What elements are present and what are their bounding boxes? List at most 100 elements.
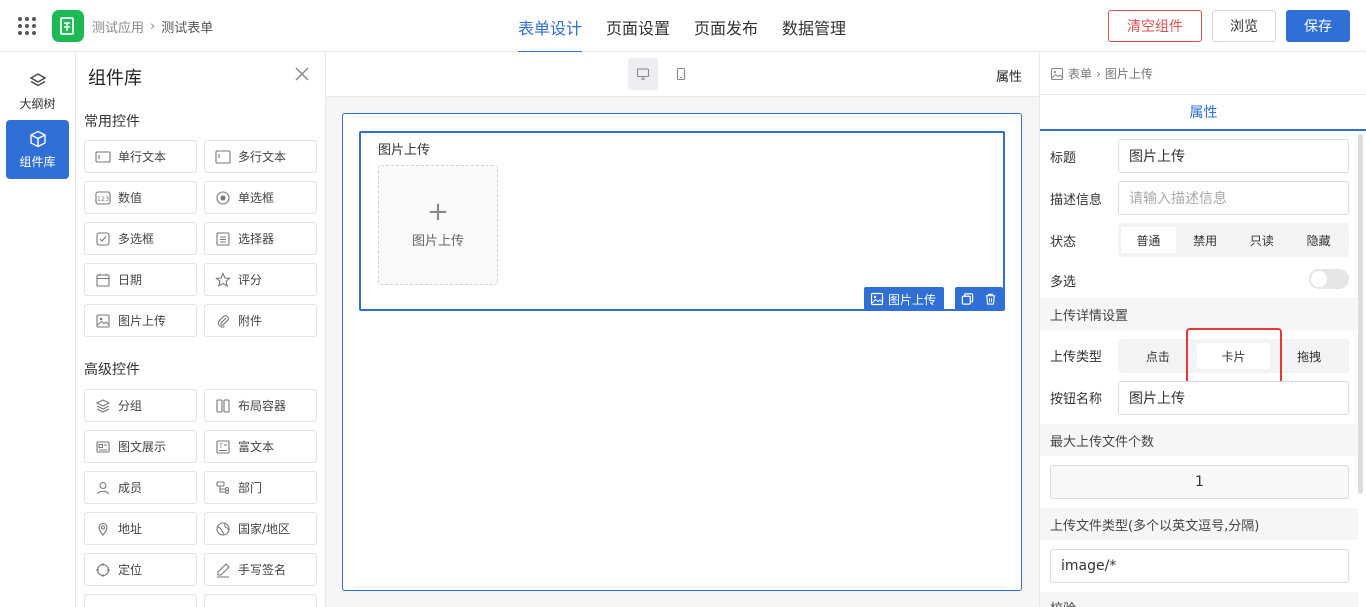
close-icon[interactable] — [294, 66, 310, 82]
number-icon: 123 — [95, 190, 111, 205]
image-upload-card[interactable]: + 图片上传 — [378, 165, 498, 285]
globe-icon — [216, 521, 230, 536]
component-label: 评分 — [238, 273, 263, 287]
component-label: 附件 — [238, 314, 263, 328]
status-option-disabled[interactable]: 禁用 — [1178, 227, 1233, 253]
field-actions — [955, 287, 1003, 311]
component-attachment[interactable]: 附件 — [204, 304, 317, 337]
save-button[interactable]: 保存 — [1286, 10, 1350, 42]
component-date[interactable]: 日期 — [84, 263, 197, 296]
single-line-text-icon — [95, 150, 111, 163]
breadcrumb-form: 测试表单 — [161, 21, 214, 36]
component-positioning[interactable]: 定位 — [84, 553, 197, 586]
tab-properties[interactable]: 属性 — [1040, 95, 1366, 131]
crumb-field: 图片上传 — [1104, 67, 1153, 81]
component-department[interactable]: 部门 — [204, 471, 317, 504]
component-label: 国家/地区 — [238, 522, 291, 536]
component-partial[interactable] — [204, 594, 317, 607]
component-group[interactable]: 分组 — [84, 389, 197, 422]
desktop-view-button[interactable] — [628, 58, 658, 90]
component-image-text[interactable]: 图文展示 — [84, 430, 197, 463]
breadcrumb: 测试应用 › 测试表单 — [92, 17, 213, 36]
cube-icon — [29, 130, 46, 147]
clear-components-button[interactable]: 清空组件 — [1108, 10, 1202, 42]
component-handwritten-signature[interactable]: 手写签名 — [204, 553, 317, 586]
chevron-right-icon: › — [150, 19, 156, 34]
component-single-line-text[interactable]: 单行文本 — [84, 140, 197, 173]
library-title: 组件库 — [88, 68, 142, 89]
component-image-upload[interactable]: 图片上传 — [84, 304, 197, 337]
image-icon — [870, 292, 884, 306]
file-type-input[interactable]: image/* — [1050, 549, 1349, 583]
status-option-hidden[interactable]: 隐藏 — [1291, 227, 1346, 253]
select-icon — [216, 231, 230, 246]
properties-link[interactable]: 属性 — [996, 66, 1022, 85]
validation-section: 校验 — [1040, 592, 1358, 607]
copy-icon[interactable] — [961, 292, 974, 306]
checkbox-icon — [96, 231, 110, 246]
component-multi-line-text[interactable]: 多行文本 — [204, 140, 317, 173]
plus-icon: + — [427, 196, 449, 227]
component-layout-container[interactable]: 布局容器 — [204, 389, 317, 422]
field-label: 图片上传 — [378, 143, 431, 158]
svg-text:123: 123 — [97, 195, 109, 203]
component-checkbox[interactable]: 多选框 — [84, 222, 197, 255]
field-type-tag: 图片上传 — [864, 287, 944, 311]
status-option-readonly[interactable]: 只读 — [1235, 227, 1290, 253]
component-number[interactable]: 123 数值 — [84, 181, 197, 214]
component-label: 图片上传 — [118, 314, 167, 328]
nav-label: 组件库 — [19, 154, 56, 169]
crumb-form[interactable]: 表单 — [1068, 65, 1092, 82]
layers-icon — [29, 72, 46, 86]
component-rating[interactable]: 评分 — [204, 263, 317, 296]
max-files-section: 最大上传文件个数 — [1040, 424, 1358, 456]
component-label: 选择器 — [238, 232, 275, 246]
button-name-label: 按钮名称 — [1050, 392, 1103, 407]
component-select[interactable]: 选择器 — [204, 222, 317, 255]
upload-type-drag[interactable]: 拖拽 — [1272, 343, 1346, 369]
multi-select-label: 多选 — [1050, 275, 1077, 290]
highlight-box — [1186, 328, 1282, 385]
component-rich-text[interactable]: T 富文本 — [204, 430, 317, 463]
description-input[interactable]: 请输入描述信息 — [1118, 181, 1349, 215]
component-radio[interactable]: 单选框 — [204, 181, 317, 214]
max-files-input[interactable]: 1 — [1050, 465, 1349, 499]
properties-panel: 表单 › 图片上传 属性 标题 图片上传 描述信息 请输入描述信息 状态 普通 … — [1039, 52, 1366, 607]
breadcrumb-app[interactable]: 测试应用 — [92, 17, 144, 36]
component-country-region[interactable]: 国家/地区 — [204, 512, 317, 545]
component-label: 手写签名 — [238, 563, 287, 577]
tab-form-design[interactable]: 表单设计 — [518, 15, 582, 39]
multi-select-toggle[interactable] — [1309, 269, 1349, 289]
component-member[interactable]: 成员 — [84, 471, 197, 504]
status-option-normal[interactable]: 普通 — [1121, 227, 1176, 253]
component-label: 数值 — [118, 191, 143, 205]
upload-type-label: 上传类型 — [1050, 350, 1103, 365]
design-canvas: 属性 图片上传 + 图片上传 图片上传 — [326, 52, 1039, 607]
status-label: 状态 — [1050, 235, 1077, 250]
monitor-icon — [636, 68, 650, 80]
paperclip-icon — [217, 314, 229, 328]
tab-page-publish[interactable]: 页面发布 — [694, 15, 758, 39]
phone-icon — [676, 67, 686, 81]
component-label: 定位 — [118, 563, 143, 577]
component-partial[interactable] — [84, 594, 197, 607]
mobile-view-button[interactable] — [666, 58, 696, 90]
apps-grid-icon[interactable] — [18, 17, 36, 35]
tab-page-settings[interactable]: 页面设置 — [606, 15, 670, 39]
scrollbar[interactable] — [1358, 134, 1363, 494]
rich-text-icon: T — [216, 439, 230, 454]
nav-outline-tree[interactable]: 大纲树 — [6, 62, 69, 121]
title-input[interactable]: 图片上传 — [1118, 139, 1349, 173]
tab-data-management[interactable]: 数据管理 — [782, 15, 846, 39]
canvas-toolbar: 属性 — [326, 52, 1039, 97]
component-library-panel: 组件库 常用控件 单行文本 多行文本 123 数值 单选框 多选框 选择器 日期… — [76, 52, 326, 607]
upload-type-click[interactable]: 点击 — [1121, 343, 1195, 369]
preview-button[interactable]: 浏览 — [1212, 10, 1276, 42]
component-address[interactable]: 地址 — [84, 512, 197, 545]
location-icon — [98, 522, 108, 536]
trash-icon[interactable] — [984, 292, 997, 306]
selected-field-image-upload[interactable]: 图片上传 + 图片上传 图片上传 — [359, 131, 1005, 311]
button-name-input[interactable]: 图片上传 — [1118, 381, 1349, 415]
form-area[interactable]: 图片上传 + 图片上传 图片上传 — [342, 113, 1022, 591]
nav-component-library[interactable]: 组件库 — [6, 120, 69, 179]
